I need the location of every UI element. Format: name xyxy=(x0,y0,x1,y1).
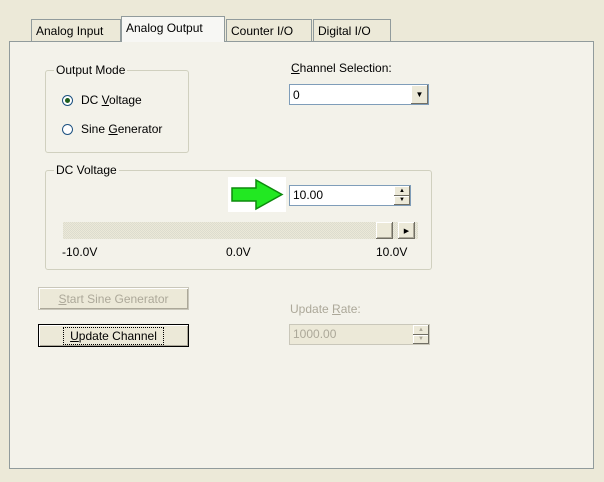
button-label: Update Channel xyxy=(63,326,164,345)
spin-up-icon[interactable]: ▲ xyxy=(394,186,410,196)
spin-down-icon[interactable]: ▼ xyxy=(413,334,429,344)
update-rate-label: Update Rate: xyxy=(290,302,361,316)
scale-mid-label: 0.0V xyxy=(226,245,251,259)
radio-label: Sine Generator xyxy=(81,122,163,136)
start-sine-generator-button[interactable]: Start Sine Generator xyxy=(38,287,189,310)
tab-label: Analog Output xyxy=(126,21,203,35)
spin-up-icon[interactable]: ▲ xyxy=(413,325,429,335)
tab-counter-io[interactable]: Counter I/O xyxy=(226,19,312,41)
tab-analog-input[interactable]: Analog Input xyxy=(31,19,121,41)
dc-voltage-value: 10.00 xyxy=(293,188,324,202)
radio-dc-voltage[interactable]: DC Voltage xyxy=(62,93,142,107)
radio-unselected-icon xyxy=(62,123,73,135)
tab-label: Analog Input xyxy=(36,24,104,38)
radio-label: DC Voltage xyxy=(81,93,142,107)
button-label: Start Sine Generator xyxy=(58,291,169,306)
window-client: { "tabs": [ {"label": "Analog Input", "a… xyxy=(0,0,604,482)
arrow-right-icon xyxy=(228,177,286,212)
scroll-right-icon[interactable]: ▶ xyxy=(398,222,415,239)
output-mode-group: Output Mode xyxy=(45,63,189,153)
radio-sine-generator[interactable]: Sine Generator xyxy=(62,122,162,136)
scale-min-label: -10.0V xyxy=(62,245,98,259)
update-channel-button[interactable]: Update Channel xyxy=(38,324,189,347)
update-rate-value: 1000.00 xyxy=(293,327,337,341)
spin-down-icon[interactable]: ▼ xyxy=(394,195,410,205)
channel-selection-value: 0 xyxy=(293,87,300,102)
channel-selection-label: Channel Selection: xyxy=(291,61,392,75)
channel-selection-dropdown[interactable]: 0 ▼ xyxy=(289,84,429,105)
tab-analog-output[interactable]: Analog Output xyxy=(121,16,225,42)
voltage-slider-track[interactable] xyxy=(63,222,418,239)
tab-label: Digital I/O xyxy=(318,24,371,38)
dc-voltage-title: DC Voltage xyxy=(54,163,119,177)
dc-voltage-spinbox[interactable]: 10.00 ▲ ▼ xyxy=(289,185,411,206)
update-rate-spinbox[interactable]: 1000.00 ▲ ▼ xyxy=(289,324,430,345)
tab-label: Counter I/O xyxy=(231,24,294,38)
scale-max-label: 10.0V xyxy=(376,245,408,259)
chevron-down-icon[interactable]: ▼ xyxy=(410,85,428,104)
tab-digital-io[interactable]: Digital I/O xyxy=(313,19,391,41)
radio-selected-icon xyxy=(62,94,73,106)
output-mode-title: Output Mode xyxy=(54,63,128,77)
slider-thumb[interactable] xyxy=(376,222,393,239)
